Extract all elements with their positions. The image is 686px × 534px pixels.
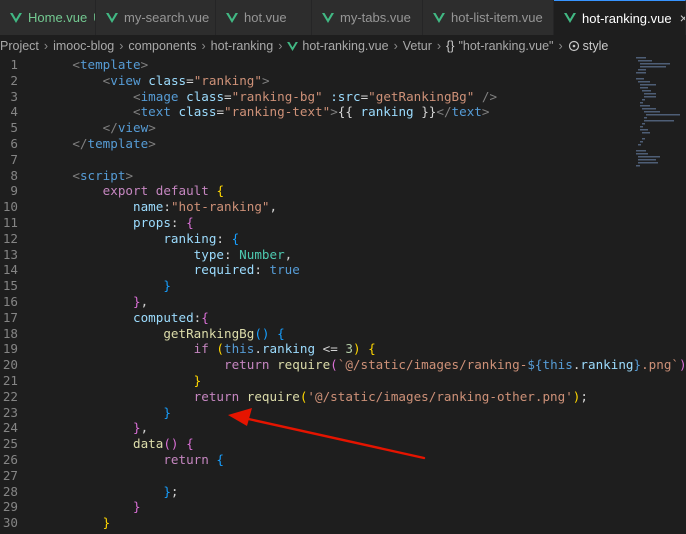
annotation-arrow: [228, 408, 426, 460]
